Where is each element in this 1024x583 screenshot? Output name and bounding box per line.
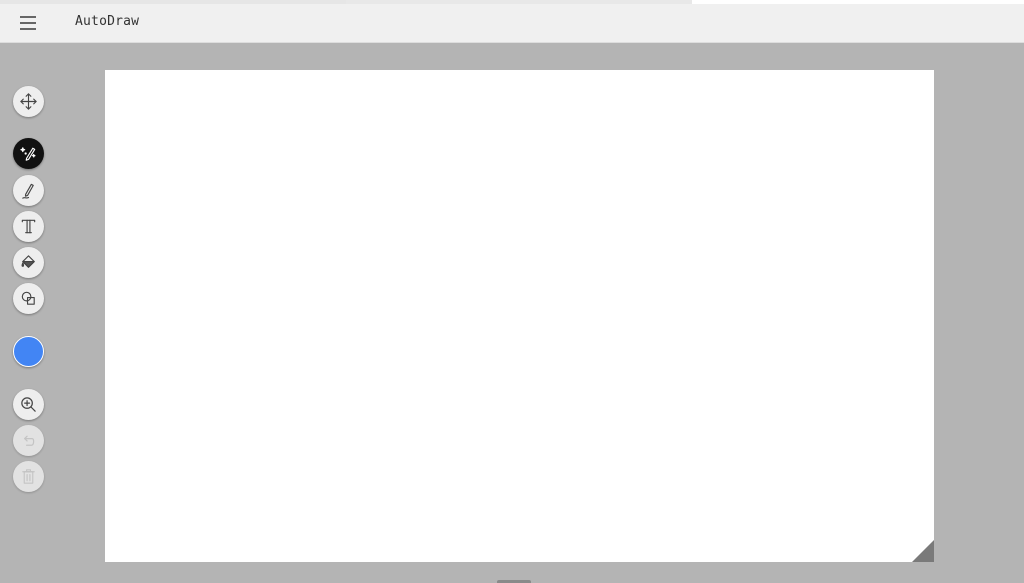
- zoom-tool-button[interactable]: [13, 389, 44, 420]
- autodraw-pencil-sparkle-icon: [20, 147, 36, 161]
- undo-icon: [24, 435, 35, 446]
- app-title: AutoDraw: [75, 14, 140, 29]
- fill-tool-button[interactable]: [13, 247, 44, 278]
- draw-tool-button[interactable]: [13, 175, 44, 206]
- canvas-resize-handle-icon[interactable]: [912, 540, 934, 562]
- paint-bucket-icon: [21, 255, 35, 268]
- color-picker-swatch[interactable]: [13, 336, 44, 367]
- text-type-icon: [21, 219, 36, 234]
- delete-button[interactable]: [13, 461, 44, 492]
- autodraw-tool-button[interactable]: [13, 138, 44, 169]
- zoom-in-icon: [21, 397, 36, 412]
- move-tool-button[interactable]: [13, 86, 44, 117]
- type-tool-button[interactable]: [13, 211, 44, 242]
- move-arrows-icon: [20, 93, 37, 110]
- trash-icon: [22, 469, 35, 484]
- shape-tool-button[interactable]: [13, 283, 44, 314]
- hamburger-menu-icon[interactable]: [18, 12, 40, 34]
- app-header: AutoDraw: [0, 4, 1024, 43]
- shapes-icon: [21, 291, 35, 305]
- drawing-canvas[interactable]: [105, 70, 934, 562]
- undo-button[interactable]: [13, 425, 44, 456]
- pencil-icon: [22, 183, 34, 199]
